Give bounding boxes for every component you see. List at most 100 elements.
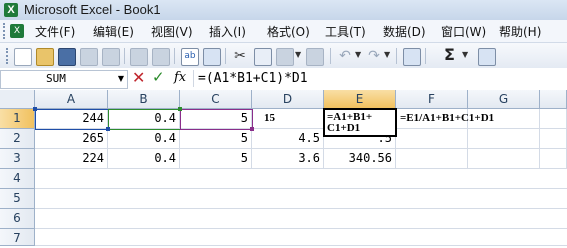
cell-a1[interactable]: 244 bbox=[35, 109, 108, 129]
cell-d3[interactable]: 3.6 bbox=[252, 149, 324, 169]
name-box[interactable]: SUM ▼ bbox=[0, 70, 128, 89]
menu-help[interactable]: 帮助(H) bbox=[499, 23, 541, 40]
window-title: Microsoft Excel - Book1 bbox=[24, 2, 161, 17]
toolbar-separator bbox=[396, 48, 397, 64]
row-header-5[interactable]: 5 bbox=[0, 189, 35, 209]
row-header-3[interactable]: 3 bbox=[0, 149, 35, 169]
paste-icon[interactable] bbox=[276, 48, 294, 66]
column-header-h[interactable] bbox=[540, 90, 567, 109]
cell-e1-line2: C1+D1 bbox=[327, 122, 361, 134]
workbook-icon[interactable]: X bbox=[10, 24, 24, 38]
cell-a2[interactable]: 265 bbox=[35, 129, 108, 149]
name-box-dropdown-icon[interactable]: ▼ bbox=[118, 74, 124, 83]
enter-icon[interactable]: ✓ bbox=[152, 68, 165, 86]
row-5-cells[interactable] bbox=[35, 189, 567, 209]
hyperlink-icon[interactable] bbox=[403, 48, 421, 66]
format-painter-icon[interactable] bbox=[306, 48, 324, 66]
cell-e3[interactable]: 340.56 bbox=[324, 149, 396, 169]
column-header-g[interactable]: G bbox=[468, 90, 540, 109]
autosum-dropdown-icon[interactable]: ▼ bbox=[462, 50, 468, 59]
row-header-1[interactable]: 1 bbox=[0, 109, 35, 129]
cell-h2[interactable] bbox=[540, 129, 567, 149]
formula-input[interactable]: =(A1*B1+C1)*D1 bbox=[193, 70, 565, 87]
save-icon[interactable] bbox=[58, 48, 76, 66]
cell-f2[interactable] bbox=[396, 129, 468, 149]
cell-b3[interactable]: 0.4 bbox=[108, 149, 180, 169]
sort-icon[interactable] bbox=[478, 48, 496, 66]
worksheet-grid: A B C D E F G 1 2 3 4 5 6 7 244 0.4 5 15… bbox=[0, 90, 567, 246]
cell-b2[interactable]: 0.4 bbox=[108, 129, 180, 149]
column-header-f[interactable]: F bbox=[396, 90, 468, 109]
column-header-b[interactable]: B bbox=[108, 90, 180, 109]
undo-icon[interactable]: ↶ bbox=[337, 48, 353, 64]
print-icon[interactable] bbox=[130, 48, 148, 66]
cell-a3[interactable]: 224 bbox=[35, 149, 108, 169]
toolbar-separator bbox=[174, 48, 175, 64]
excel-app-icon[interactable]: X bbox=[4, 3, 18, 17]
reference-handle-icon[interactable] bbox=[250, 127, 254, 131]
reference-handle-icon[interactable] bbox=[178, 107, 182, 111]
standard-toolbar: ab ✂ ▼ ↶ ▼ ↷ ▼ Σ ▼ bbox=[0, 43, 567, 69]
print-preview-icon[interactable] bbox=[152, 48, 170, 66]
row-header-6[interactable]: 6 bbox=[0, 209, 35, 229]
row-header-4[interactable]: 4 bbox=[0, 169, 35, 189]
cell-c1[interactable]: 5 bbox=[180, 109, 252, 129]
cell-c3[interactable]: 5 bbox=[180, 149, 252, 169]
cell-f3[interactable] bbox=[396, 149, 468, 169]
row-7-cells[interactable] bbox=[35, 229, 567, 246]
menu-tools[interactable]: 工具(T) bbox=[325, 23, 366, 40]
formula-bar: SUM ▼ ✕ ✓ fx =(A1*B1+C1)*D1 bbox=[0, 68, 567, 91]
cell-h1[interactable] bbox=[540, 109, 567, 129]
menu-data[interactable]: 数据(D) bbox=[383, 23, 426, 40]
row-6-cells[interactable] bbox=[35, 209, 567, 229]
column-header-d[interactable]: D bbox=[252, 90, 324, 109]
paste-dropdown-icon[interactable]: ▼ bbox=[295, 50, 301, 59]
toolbar-separator bbox=[330, 48, 331, 64]
spelling-icon[interactable]: ab bbox=[181, 48, 199, 66]
row-header-7[interactable]: 7 bbox=[0, 229, 35, 246]
redo-icon[interactable]: ↷ bbox=[366, 48, 382, 64]
copy-icon[interactable] bbox=[254, 48, 272, 66]
menu-insert[interactable]: 插入(I) bbox=[209, 23, 246, 40]
cell-f1[interactable]: =E1/A1+B1+C1+D1 bbox=[396, 109, 494, 129]
column-header-a[interactable]: A bbox=[35, 90, 108, 109]
open-icon[interactable] bbox=[36, 48, 54, 66]
reference-handle-icon[interactable] bbox=[33, 107, 37, 111]
menu-window[interactable]: 窗口(W) bbox=[441, 23, 486, 40]
cut-icon[interactable]: ✂ bbox=[232, 48, 248, 64]
active-cell-editor[interactable]: =A1+B1+ C1+D1 bbox=[323, 108, 397, 137]
undo-dropdown-icon[interactable]: ▼ bbox=[355, 50, 361, 59]
menu-edit[interactable]: 编辑(E) bbox=[93, 23, 134, 40]
menu-bar: X 文件(F) 编辑(E) 视图(V) 插入(I) 格式(O) 工具(T) 数据… bbox=[0, 20, 567, 43]
autosum-icon[interactable]: Σ bbox=[444, 45, 455, 64]
cell-b1[interactable]: 0.4 bbox=[108, 109, 180, 129]
cancel-icon[interactable]: ✕ bbox=[132, 68, 145, 87]
cell-c2[interactable]: 5 bbox=[180, 129, 252, 149]
menu-view[interactable]: 视图(V) bbox=[151, 23, 193, 40]
email-icon[interactable] bbox=[102, 48, 120, 66]
permission-icon[interactable] bbox=[80, 48, 98, 66]
column-header-e[interactable]: E bbox=[324, 90, 396, 109]
cell-h3[interactable] bbox=[540, 149, 567, 169]
insert-function-icon[interactable]: fx bbox=[174, 70, 186, 85]
cell-g1[interactable] bbox=[468, 109, 540, 129]
cell-g3[interactable] bbox=[468, 149, 540, 169]
cell-d2[interactable]: 4.5 bbox=[252, 129, 324, 149]
title-bar: X Microsoft Excel - Book1 bbox=[0, 0, 567, 21]
row-4-cells[interactable] bbox=[35, 169, 567, 189]
row-header-2[interactable]: 2 bbox=[0, 129, 35, 149]
toolbar-separator bbox=[124, 48, 125, 64]
select-all-button[interactable] bbox=[0, 90, 35, 109]
reference-handle-icon[interactable] bbox=[106, 127, 110, 131]
new-icon[interactable] bbox=[14, 48, 32, 66]
menu-file[interactable]: 文件(F) bbox=[35, 23, 75, 40]
toolbar-grip-handle[interactable] bbox=[6, 48, 11, 64]
menu-grip-handle[interactable] bbox=[3, 23, 8, 39]
column-header-c[interactable]: C bbox=[180, 90, 252, 109]
toolbar-separator bbox=[425, 48, 426, 64]
cell-d1[interactable]: 15 bbox=[252, 109, 324, 129]
redo-dropdown-icon[interactable]: ▼ bbox=[384, 50, 390, 59]
research-icon[interactable] bbox=[203, 48, 221, 66]
menu-format[interactable]: 格式(O) bbox=[267, 23, 310, 40]
cell-g2[interactable] bbox=[468, 129, 540, 149]
